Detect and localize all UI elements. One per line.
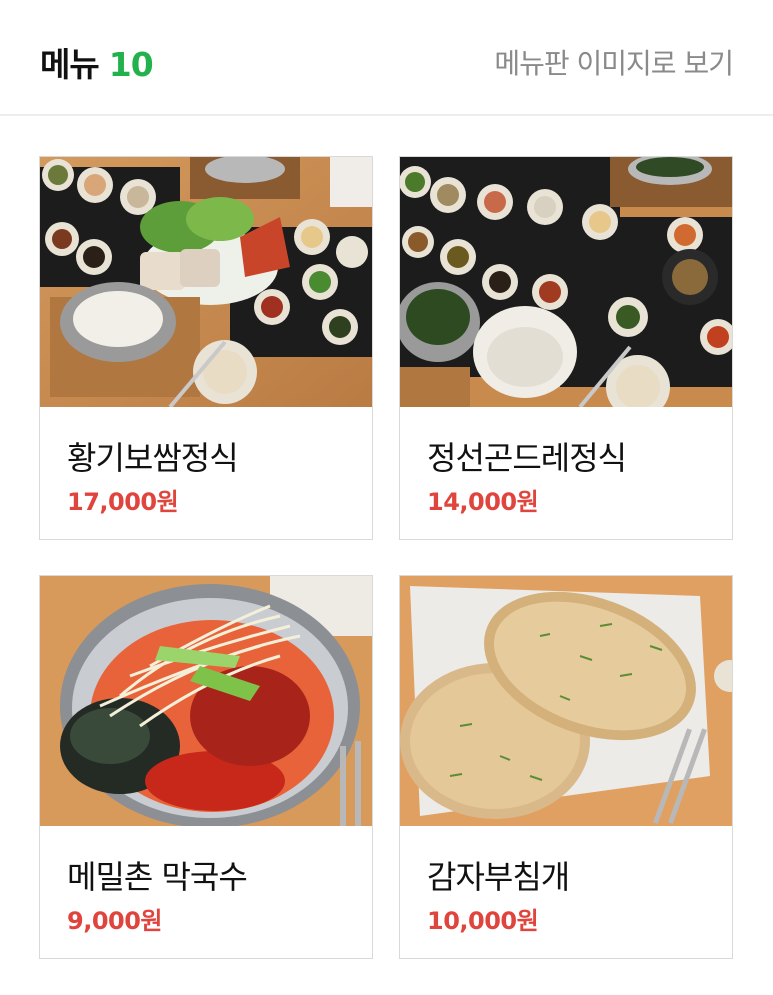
menu-name: 감자부침개 xyxy=(427,858,570,896)
menu-photo-bossam xyxy=(40,157,372,407)
menu-name: 정선곤드레정식 xyxy=(427,439,627,477)
menu-card-3[interactable]: 메밀촌 막국수 9,000원 xyxy=(39,575,373,959)
menu-card-1[interactable]: 황기보쌈정식 17,000원 xyxy=(39,156,373,540)
menu-header: 메뉴 10 메뉴판 이미지로 보기 xyxy=(0,0,773,116)
menu-price: 9,000원 xyxy=(67,907,163,935)
menu-name: 황기보쌈정식 xyxy=(67,439,239,477)
view-menu-image-link[interactable]: 메뉴판 이미지로 보기 xyxy=(494,42,734,82)
menu-title-label: 메뉴 xyxy=(40,45,100,84)
menu-photo-gondre xyxy=(400,157,732,407)
menu-name: 메밀촌 막국수 xyxy=(67,858,248,896)
menu-section-title: 메뉴 10 xyxy=(40,38,154,86)
menu-photo-makguksu xyxy=(40,576,372,826)
menu-price: 14,000원 xyxy=(427,488,539,516)
menu-photo-potato-pancake xyxy=(400,576,732,826)
menu-price: 17,000원 xyxy=(67,488,179,516)
menu-card-4[interactable]: 감자부침개 10,000원 xyxy=(399,575,733,959)
menu-card-2[interactable]: 정선곤드레정식 14,000원 xyxy=(399,156,733,540)
menu-price: 10,000원 xyxy=(427,907,539,935)
menu-count: 10 xyxy=(108,45,154,84)
